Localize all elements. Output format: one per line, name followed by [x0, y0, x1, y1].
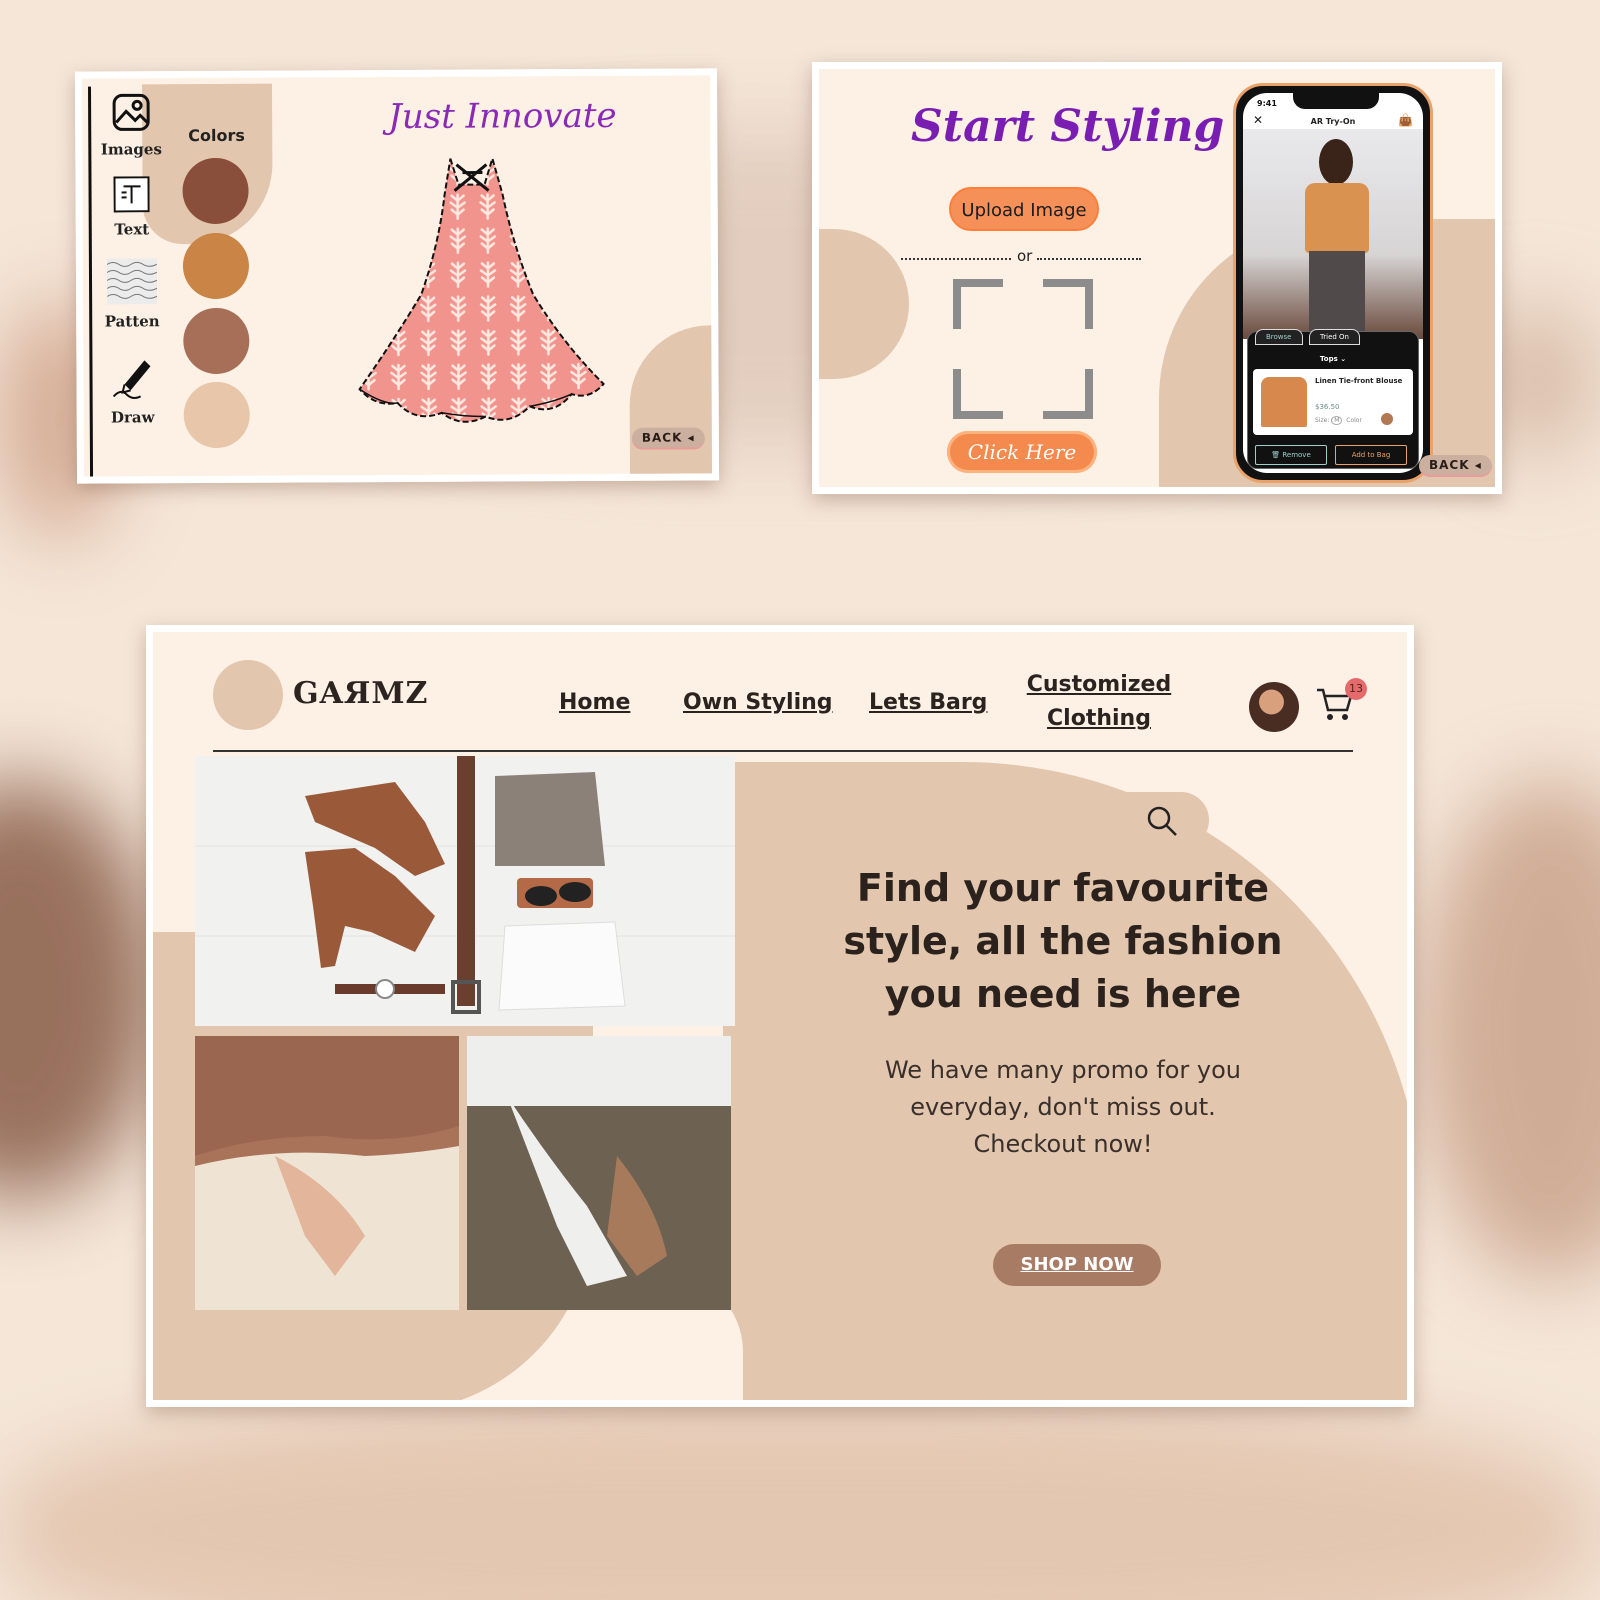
tool-draw[interactable]: Draw — [97, 354, 167, 426]
back-button[interactable]: BACK ◂ — [631, 427, 705, 450]
editor-title: Just Innovate — [388, 95, 617, 138]
sweater-pants-image — [195, 1036, 459, 1310]
pen-icon — [112, 360, 151, 399]
nav-divider — [213, 750, 1353, 752]
product-card[interactable]: Linen Tie-front Blouse $36.50 Size: M Co… — [1253, 369, 1413, 435]
image-icon — [112, 93, 150, 131]
phone-time: 9:41 — [1257, 99, 1277, 108]
tab-tried-on[interactable]: Tried On — [1309, 329, 1360, 345]
tool-label: Draw — [110, 408, 155, 427]
nav-lets-barg[interactable]: Lets Barg — [869, 690, 987, 715]
phone-title: AR Try-On — [1310, 117, 1356, 126]
try-on-photo — [1243, 129, 1423, 339]
size-label: Size: — [1315, 417, 1330, 424]
decor-blob — [819, 229, 909, 379]
product-name: Linen Tie-front Blouse — [1315, 377, 1403, 385]
colors-label: Colors — [188, 125, 245, 146]
add-to-bag-button[interactable]: Add to Bag — [1335, 445, 1407, 465]
color-swatch[interactable] — [183, 381, 250, 449]
start-styling-panel: Start Styling Upload Image or Click Here… — [812, 62, 1502, 494]
search-bar[interactable] — [775, 792, 1209, 848]
nav-own-styling[interactable]: Own Styling — [683, 690, 833, 715]
product-color-swatch[interactable] — [1381, 413, 1393, 425]
color-swatch[interactable] — [182, 157, 249, 225]
trousers-image — [467, 1036, 731, 1310]
divider-right — [1037, 258, 1141, 260]
tool-label: Images — [100, 140, 162, 159]
phone-mockup: 9:41 ✕ AR Try-On 👜 Browse Tried On Tops … — [1233, 83, 1433, 483]
design-editor-panel: Images Text Patten Draw Colors Just Inno… — [74, 68, 720, 484]
color-swatch[interactable] — [183, 307, 250, 375]
color-swatch[interactable] — [182, 232, 250, 300]
nav-customized-clothing[interactable]: Customized Clothing — [1019, 668, 1179, 736]
dress-canvas[interactable] — [352, 154, 609, 431]
cart-count-badge: 13 — [1345, 678, 1367, 700]
accessories-image — [195, 756, 735, 1026]
shop-landing-panel: GAЯMZ Home Own Styling Lets Barg Customi… — [146, 625, 1414, 1407]
back-label: BACK — [1429, 458, 1470, 472]
decor-blob — [629, 325, 720, 484]
upload-image-button[interactable]: Upload Image — [949, 187, 1099, 231]
toolbar-divider — [88, 86, 94, 477]
or-label: or — [1017, 247, 1033, 265]
phone-notch — [1293, 93, 1379, 109]
shop-now-button[interactable]: SHOP NOW — [993, 1244, 1161, 1286]
phone-screen: 9:41 ✕ AR Try-On 👜 Browse Tried On Tops … — [1243, 93, 1423, 473]
bag-icon[interactable]: 👜 — [1398, 113, 1413, 127]
back-button[interactable]: BACK ◂ — [1419, 455, 1492, 477]
brand-name[interactable]: GAЯMZ — [293, 676, 428, 711]
product-size: Size: M Color — [1315, 416, 1362, 425]
hero-headline: Find your favourite style, all the fashi… — [843, 866, 1283, 1016]
tab-browse[interactable]: Browse — [1255, 329, 1303, 345]
avatar[interactable] — [1249, 682, 1299, 732]
product-price: $36.50 — [1315, 403, 1340, 411]
divider-left — [901, 258, 1011, 260]
pattern-icon — [106, 258, 158, 305]
hero-subtext: We have many promo for you everyday, don… — [884, 1056, 1242, 1158]
tool-label: Patten — [104, 312, 160, 331]
logo-mark — [213, 660, 283, 730]
product-thumbnail — [1261, 377, 1307, 427]
scan-frame[interactable] — [953, 279, 1093, 419]
text-icon — [113, 176, 150, 213]
remove-label: Remove — [1282, 451, 1311, 459]
tool-text[interactable]: Text — [96, 176, 166, 238]
remove-button[interactable]: 🗑 Remove — [1255, 445, 1327, 465]
search-icon[interactable] — [1145, 804, 1179, 838]
tool-pattern[interactable]: Patten — [97, 258, 167, 331]
tool-label: Text — [114, 220, 150, 239]
styling-title: Start Styling — [911, 101, 1225, 152]
click-here-button[interactable]: Click Here — [947, 431, 1097, 473]
nav-home[interactable]: Home — [559, 690, 630, 715]
category-select[interactable]: Tops ⌄ — [1243, 355, 1423, 363]
category-label: Tops — [1319, 355, 1338, 363]
back-label: BACK — [641, 430, 683, 445]
color-label: Color — [1346, 417, 1362, 424]
size-value[interactable]: M — [1331, 416, 1343, 425]
tool-images[interactable]: Images — [96, 92, 166, 159]
